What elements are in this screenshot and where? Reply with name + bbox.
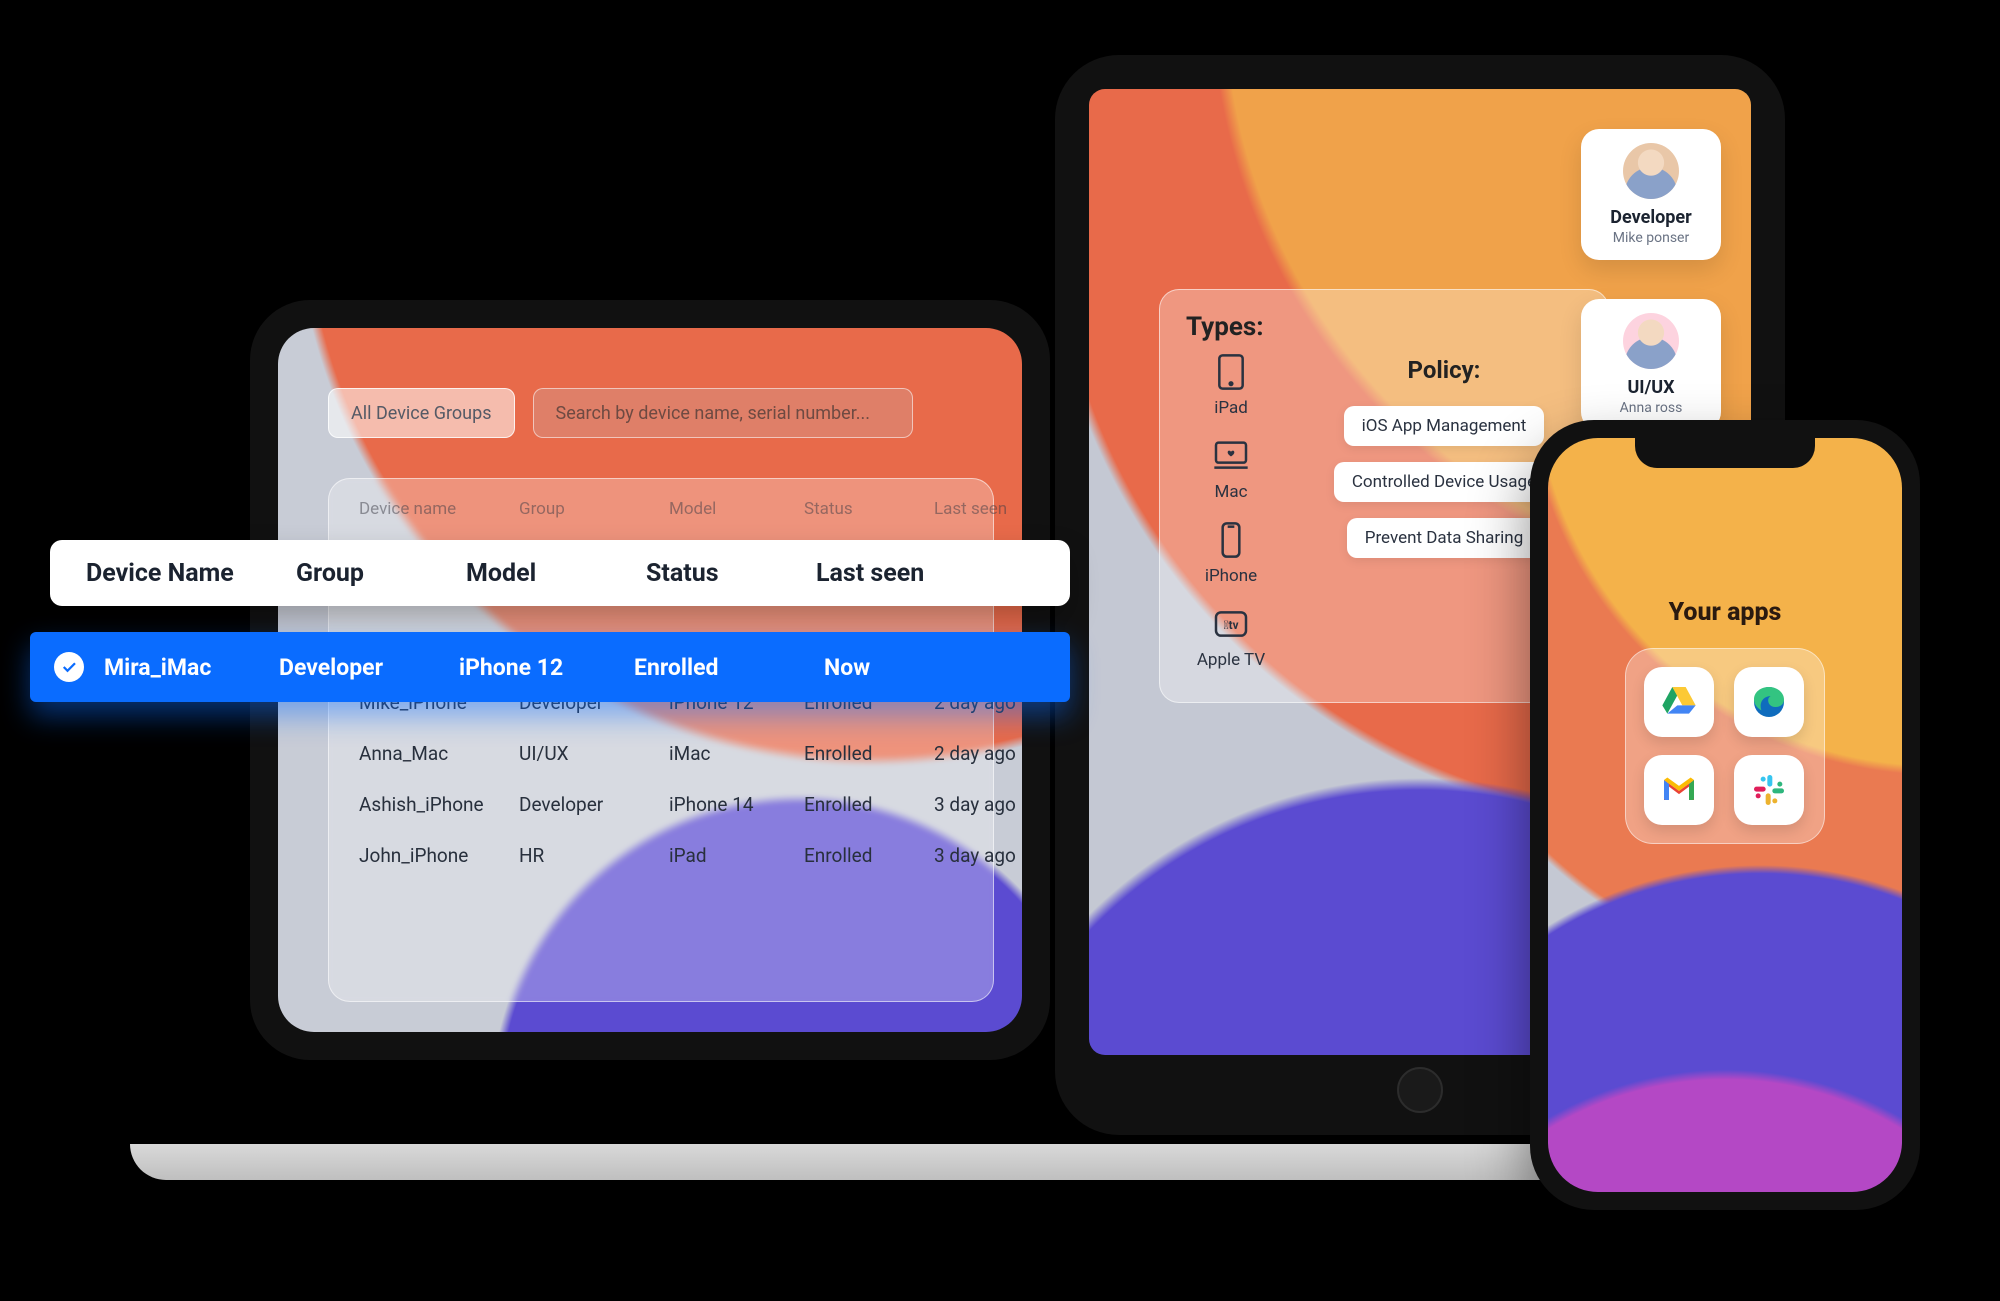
appletv-icon: tv [1211, 604, 1251, 644]
tablet-home-button[interactable] [1397, 1067, 1443, 1113]
phone-device: Your apps [1530, 420, 1920, 1210]
type-label: Mac [1215, 482, 1248, 502]
type-ipad[interactable]: iPad [1211, 352, 1251, 418]
cell-model: iPhone 14 [669, 793, 804, 816]
device-types-list: iPad Mac iPhone tv Apple TV [1186, 352, 1276, 670]
type-iphone[interactable]: iPhone [1205, 520, 1257, 586]
table-row-selected[interactable]: Mira_iMac Developer iPhone 12 Enrolled N… [30, 632, 1070, 702]
cell-model: iPad [669, 844, 804, 867]
col-group: Group [296, 559, 466, 588]
laptop-base [130, 1144, 1680, 1180]
app-slack[interactable] [1734, 755, 1804, 825]
user-name: Anna ross [1591, 400, 1711, 416]
cell-status: Enrolled [634, 654, 824, 681]
check-circle-icon [54, 652, 84, 682]
cell-name: John_iPhone [359, 844, 519, 867]
policy-item[interactable]: Controlled Device Usage [1334, 462, 1554, 502]
policy-title: Policy: [1408, 356, 1481, 384]
policy-item[interactable]: iOS App Management [1344, 406, 1545, 446]
cell-group: HR [519, 844, 669, 867]
iphone-icon [1211, 520, 1251, 560]
cell-seen: 2 day ago [934, 742, 1022, 765]
ghost-header: Status [804, 499, 934, 519]
table-header-row: Device Name Group Model Status Last seen [50, 540, 1070, 606]
col-status: Status [646, 559, 816, 588]
drive-icon [1659, 682, 1699, 722]
type-mac[interactable]: Mac [1211, 436, 1251, 502]
avatar [1623, 313, 1679, 369]
table-row[interactable]: John_iPhone HR iPad Enrolled 3 day ago [329, 830, 993, 881]
apps-folder[interactable] [1625, 648, 1825, 844]
user-card[interactable]: UI/UX Anna ross [1581, 299, 1721, 430]
ghost-header: Group [519, 499, 669, 519]
policy-item[interactable]: Prevent Data Sharing [1347, 518, 1542, 558]
cell-group: Developer [519, 793, 669, 816]
user-card[interactable]: Developer Mike ponser [1581, 129, 1721, 260]
app-google-drive[interactable] [1644, 667, 1714, 737]
col-model: Model [466, 559, 646, 588]
laptop-device: All Device Groups Search by device name,… [250, 300, 1080, 1120]
cell-group: UI/UX [519, 742, 669, 765]
search-input[interactable]: Search by device name, serial number... [533, 388, 913, 438]
phone-notch [1635, 438, 1815, 468]
edge-icon [1749, 682, 1789, 722]
avatar [1623, 143, 1679, 199]
cell-status: Enrolled [804, 844, 934, 867]
cell-seen: 3 day ago [934, 844, 1022, 867]
cell-name: Anna_Mac [359, 742, 519, 765]
cell-status: Enrolled [804, 793, 934, 816]
user-name: Mike ponser [1591, 230, 1711, 246]
cell-status: Enrolled [804, 742, 934, 765]
user-role: Developer [1591, 207, 1711, 228]
cell-model: iPhone 12 [459, 654, 634, 681]
ghost-header-row: Device name Group Model Status Last seen [329, 479, 993, 527]
type-label: iPad [1214, 398, 1248, 418]
ghost-header: Last seen [934, 499, 1022, 519]
type-label: iPhone [1205, 566, 1257, 586]
cell-seen: 3 day ago [934, 793, 1022, 816]
phone-screen: Your apps [1548, 438, 1902, 1192]
ipad-icon [1211, 352, 1251, 392]
col-last-seen: Last seen [816, 559, 986, 588]
filter-all-groups[interactable]: All Device Groups [328, 388, 515, 438]
cell-model: iMac [669, 742, 804, 765]
table-row[interactable]: Ashish_iPhone Developer iPhone 14 Enroll… [329, 779, 993, 830]
cell-name: Mira_iMac [104, 654, 279, 681]
ghost-header: Model [669, 499, 804, 519]
ghost-header: Device name [359, 499, 519, 519]
slack-icon [1749, 770, 1789, 810]
col-device-name: Device Name [86, 559, 296, 588]
type-label: Apple TV [1197, 650, 1265, 670]
user-role: UI/UX [1591, 377, 1711, 398]
gmail-icon [1659, 770, 1699, 810]
app-gmail[interactable] [1644, 755, 1714, 825]
device-toolbar: All Device Groups Search by device name,… [328, 388, 913, 438]
mac-icon [1211, 436, 1251, 476]
cell-seen: Now [824, 654, 984, 681]
app-microsoft-edge[interactable] [1734, 667, 1804, 737]
apps-title: Your apps [1548, 598, 1902, 627]
cell-name: Ashish_iPhone [359, 793, 519, 816]
svg-text:tv: tv [1223, 618, 1238, 632]
table-row[interactable]: Anna_Mac UI/UX iMac Enrolled 2 day ago [329, 728, 993, 779]
cell-group: Developer [279, 654, 459, 681]
type-appletv[interactable]: tv Apple TV [1197, 604, 1265, 670]
types-title: Types: [1186, 312, 1582, 342]
